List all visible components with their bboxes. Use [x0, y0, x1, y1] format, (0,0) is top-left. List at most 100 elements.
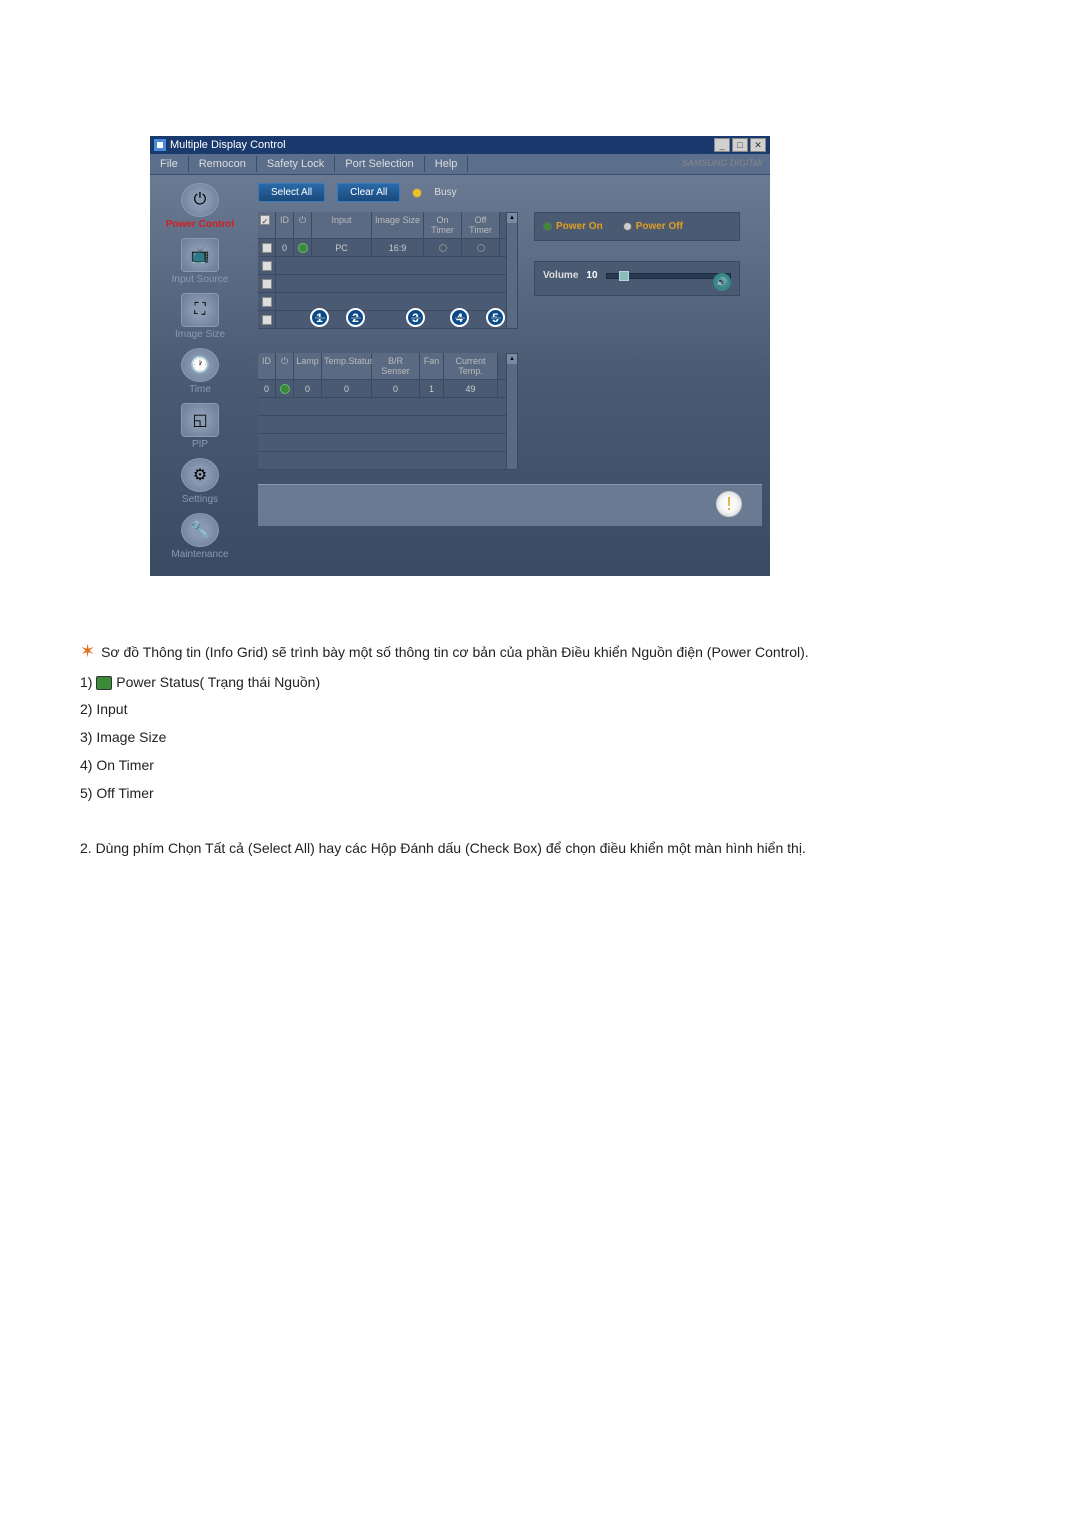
- col-power-icon: ⏻: [276, 353, 294, 379]
- col-temp-status: Temp.Status: [322, 353, 372, 379]
- power-status-inline-icon: [96, 676, 112, 690]
- table-row[interactable]: [258, 398, 506, 416]
- menu-file[interactable]: File: [150, 156, 189, 172]
- cell-brs: 0: [372, 380, 420, 397]
- power-control-icon: ⏻: [181, 183, 219, 217]
- radio-dot-icon: [543, 222, 552, 231]
- table-row[interactable]: 0 0 0 0 1 49: [258, 380, 506, 398]
- scrollbar[interactable]: ▲: [506, 353, 518, 470]
- menu-remocon[interactable]: Remocon: [189, 156, 257, 172]
- brand-logo: SAMSUNG DIGITall: [674, 156, 770, 172]
- row-checkbox[interactable]: [262, 243, 272, 253]
- col-off-timer: Off Timer: [462, 212, 500, 238]
- table-row[interactable]: [258, 416, 506, 434]
- sidebar-label: Settings: [154, 494, 246, 505]
- sidebar-item-input-source[interactable]: 📺 Input Source: [154, 238, 246, 285]
- row-checkbox[interactable]: [262, 279, 272, 289]
- sidebar: ⏻ Power Control 📺 Input Source ⛶ Image S…: [150, 175, 250, 576]
- titlebar: Multiple Display Control _ □ ✕: [150, 136, 770, 154]
- cell-fan: 1: [420, 380, 444, 397]
- volume-label: Volume: [543, 270, 578, 281]
- power-status-icon: [298, 243, 308, 253]
- list-item-4: 4) On Timer: [80, 754, 1000, 778]
- sidebar-item-time[interactable]: 🕐 Time: [154, 348, 246, 395]
- pip-icon: ◱: [181, 403, 219, 437]
- sidebar-label: Power Control: [154, 219, 246, 230]
- main-panel: Select All Clear All Busy ID ⏻: [250, 175, 770, 576]
- menu-safety-lock[interactable]: Safety Lock: [257, 156, 335, 172]
- col-power-icon: ⏻: [294, 212, 312, 238]
- app-icon: [154, 139, 166, 151]
- list-item-5: 5) Off Timer: [80, 782, 1000, 806]
- col-image-size: Image Size: [372, 212, 424, 238]
- select-all-button[interactable]: Select All: [258, 183, 325, 202]
- col-id: ID: [276, 212, 294, 238]
- list-item-3: 3) Image Size: [80, 726, 1000, 750]
- right-panel: Power On Power Off Volume 10: [526, 212, 748, 480]
- cell-lamp: 0: [294, 380, 322, 397]
- info-grid-bottom: ID ⏻ Lamp Temp.Status B/R Senser Fan Cur…: [258, 353, 518, 470]
- scrollbar[interactable]: ▲: [506, 212, 518, 329]
- table-row[interactable]: [258, 452, 506, 470]
- window-title: Multiple Display Control: [170, 139, 286, 151]
- table-row[interactable]: [258, 257, 506, 275]
- info-grid-top: ID ⏻ Input Image Size On Timer Off Timer…: [258, 212, 518, 329]
- menu-port-selection[interactable]: Port Selection: [335, 156, 424, 172]
- list-item-1-prefix: 1): [80, 674, 96, 690]
- list-item-1-text: Power Status( Trạng thái Nguồn): [112, 674, 320, 690]
- cell-id: 0: [258, 380, 276, 397]
- sidebar-item-power-control[interactable]: ⏻ Power Control: [154, 183, 246, 230]
- time-icon: 🕐: [181, 348, 219, 382]
- sidebar-item-pip[interactable]: ◱ PIP: [154, 403, 246, 450]
- alert-icon: !: [716, 491, 742, 517]
- on-timer-icon: [439, 244, 447, 252]
- table-row[interactable]: [258, 275, 506, 293]
- table-row[interactable]: [258, 434, 506, 452]
- clear-all-button[interactable]: Clear All: [337, 183, 400, 202]
- sidebar-label: Maintenance: [154, 549, 246, 560]
- sidebar-item-settings[interactable]: ⚙ Settings: [154, 458, 246, 505]
- row-checkbox[interactable]: [262, 315, 272, 325]
- col-id: ID: [258, 353, 276, 379]
- power-radio-group: Power On Power Off: [534, 212, 740, 241]
- cell-image-size: 16:9: [372, 239, 424, 256]
- callout-5: 5: [486, 308, 505, 327]
- callout-3: 3: [406, 308, 425, 327]
- cell-input: PC: [312, 239, 372, 256]
- speaker-icon[interactable]: 🔊: [713, 273, 731, 291]
- cell-ct: 49: [444, 380, 498, 397]
- document-text: ✶Sơ đồ Thông tin (Info Grid) sẽ trình bà…: [80, 636, 1000, 861]
- sidebar-label: PIP: [154, 439, 246, 450]
- power-off-label: Power Off: [636, 221, 683, 232]
- table-row[interactable]: [258, 311, 506, 329]
- power-off-radio[interactable]: Power Off: [623, 221, 683, 232]
- power-on-radio[interactable]: Power On: [543, 221, 603, 232]
- header-checkbox[interactable]: [260, 215, 270, 225]
- maximize-button[interactable]: □: [732, 138, 748, 152]
- sidebar-item-image-size[interactable]: ⛶ Image Size: [154, 293, 246, 340]
- callout-4: 4: [450, 308, 469, 327]
- table-row[interactable]: 0 PC 16:9: [258, 239, 506, 257]
- col-input: Input: [312, 212, 372, 238]
- sidebar-item-maintenance[interactable]: 🔧 Maintenance: [154, 513, 246, 560]
- menu-help[interactable]: Help: [425, 156, 469, 172]
- busy-label: Busy: [434, 187, 456, 198]
- close-button[interactable]: ✕: [750, 138, 766, 152]
- col-fan: Fan: [420, 353, 444, 379]
- minimize-button[interactable]: _: [714, 138, 730, 152]
- list-item-2: 2) Input: [80, 698, 1000, 722]
- settings-icon: ⚙: [181, 458, 219, 492]
- intro-text: Sơ đồ Thông tin (Info Grid) sẽ trình bày…: [101, 644, 809, 660]
- callout-2: 2: [346, 308, 365, 327]
- volume-slider[interactable]: [606, 273, 731, 279]
- col-on-timer: On Timer: [424, 212, 462, 238]
- table-row[interactable]: [258, 293, 506, 311]
- col-lamp: Lamp: [294, 353, 322, 379]
- maintenance-icon: 🔧: [181, 513, 219, 547]
- slider-thumb[interactable]: [619, 271, 629, 281]
- row-checkbox[interactable]: [262, 261, 272, 271]
- power-on-label: Power On: [556, 221, 603, 232]
- menubar: File Remocon Safety Lock Port Selection …: [150, 154, 770, 175]
- row-checkbox[interactable]: [262, 297, 272, 307]
- paragraph-2: 2. Dùng phím Chọn Tất cả (Select All) ha…: [80, 837, 1000, 861]
